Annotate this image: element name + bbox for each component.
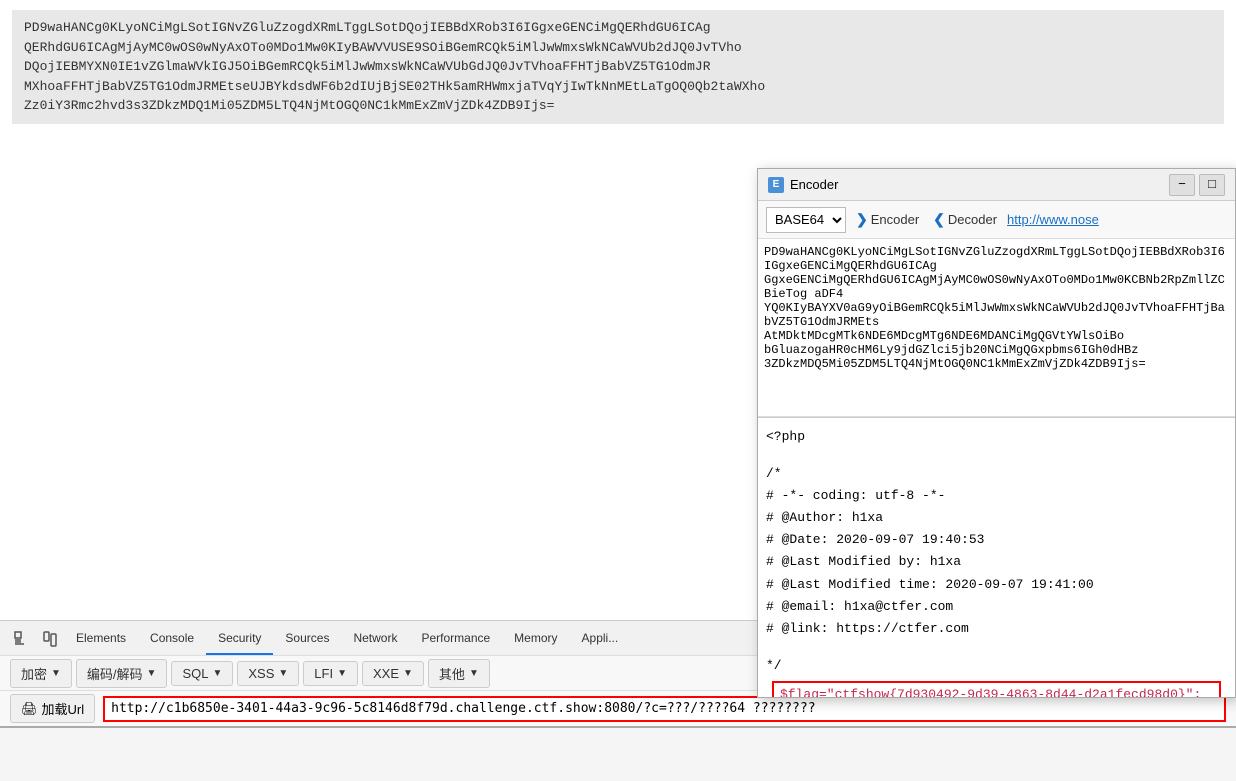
output-email: # @email: h1xa@ctfer.com: [766, 596, 1227, 618]
xxe-arrow-icon: ▼: [403, 668, 413, 679]
qita-button[interactable]: 其他 ▼: [428, 659, 490, 688]
devtools-mobile-icon[interactable]: [36, 625, 64, 653]
qita-arrow-icon: ▼: [469, 668, 479, 679]
lfi-button[interactable]: LFI ▼: [303, 661, 358, 686]
xss-button[interactable]: XSS ▼: [237, 661, 299, 686]
status-bar: [0, 726, 1236, 781]
printer-icon: 🖨: [21, 701, 38, 717]
encoder-input-textarea[interactable]: PD9waHANCg0KLyoNCiMgLSotIGNvZGluZzogdXRm…: [758, 239, 1235, 417]
encoder-type-select[interactable]: BASE64 URL HTML HEX MD5: [766, 207, 846, 233]
jiami-button[interactable]: 加密 ▼: [10, 659, 72, 688]
bianma-arrow-icon: ▼: [147, 668, 157, 679]
flag-output-line: $flag="ctfshow{7d930492-9d39-4863-8d44-d…: [772, 681, 1221, 697]
encoder-external-link[interactable]: http://www.nose: [1007, 212, 1099, 227]
jiami-arrow-icon: ▼: [51, 668, 61, 679]
encoder-encode-button[interactable]: ❯ Encoder: [852, 209, 923, 230]
encoder-toolbar: BASE64 URL HTML HEX MD5 ❯ Encoder ❮ Deco…: [758, 201, 1235, 239]
output-date: # @Date: 2020-09-07 19:40:53: [766, 529, 1227, 551]
encoder-maximize-button[interactable]: □: [1199, 174, 1225, 196]
output-author: # @Author: h1xa: [766, 507, 1227, 529]
encode-label: Encoder: [871, 212, 919, 227]
output-link: # @link: https://ctfer.com: [766, 618, 1227, 640]
url-input-field[interactable]: [103, 696, 1226, 722]
tab-elements[interactable]: Elements: [64, 623, 138, 655]
decode-arrow-icon: ❮: [933, 211, 945, 228]
output-blank2: [766, 640, 1227, 655]
xss-arrow-icon: ▼: [278, 668, 288, 679]
tab-sources[interactable]: Sources: [273, 623, 341, 655]
bianma-label: 编码/解码: [87, 664, 143, 683]
encoder-output-area: <?php /* # -*- coding: utf-8 -*- # @Auth…: [758, 417, 1235, 697]
tab-appli[interactable]: Appli...: [570, 623, 631, 655]
encoder-minimize-button[interactable]: −: [1169, 174, 1195, 196]
jiami-label: 加密: [21, 664, 47, 683]
tab-memory[interactable]: Memory: [502, 623, 569, 655]
output-comment-close: */: [766, 655, 1227, 677]
encoder-icon: E: [768, 177, 784, 193]
lfi-label: LFI: [314, 666, 333, 681]
encoder-title-text: Encoder: [790, 177, 838, 192]
output-coding: # -*- coding: utf-8 -*-: [766, 485, 1227, 507]
tab-performance[interactable]: Performance: [409, 623, 502, 655]
output-blank1: [766, 448, 1227, 463]
xss-label: XSS: [248, 666, 274, 681]
load-url-button[interactable]: 🖨 加载Url: [10, 694, 95, 723]
encoder-titlebar: E Encoder − □: [758, 169, 1235, 201]
base64-display-text: PD9waHANCg0KLyoNCiMgLSotIGNvZGluZzogdXRm…: [12, 10, 1224, 124]
sql-button[interactable]: SQL ▼: [171, 661, 233, 686]
qita-label: 其他: [439, 664, 465, 683]
encode-arrow-icon: ❯: [856, 211, 868, 228]
load-url-label: 加载Url: [42, 699, 85, 718]
encoder-decode-button[interactable]: ❮ Decoder: [929, 209, 1001, 230]
encoder-title-left: E Encoder: [768, 177, 838, 193]
output-last-modified-time: # @Last Modified time: 2020-09-07 19:41:…: [766, 574, 1227, 596]
sql-label: SQL: [182, 666, 208, 681]
decode-label: Decoder: [948, 212, 997, 227]
output-comment-open: /*: [766, 463, 1227, 485]
output-line-php: <?php: [766, 426, 1227, 448]
xxe-label: XXE: [373, 666, 399, 681]
xxe-button[interactable]: XXE ▼: [362, 661, 424, 686]
output-last-modified-by: # @Last Modified by: h1xa: [766, 551, 1227, 573]
lfi-arrow-icon: ▼: [337, 668, 347, 679]
bianma-button[interactable]: 编码/解码 ▼: [76, 659, 168, 688]
encoder-window: E Encoder − □ BASE64 URL HTML HEX MD5 ❯ …: [757, 168, 1236, 698]
tab-console[interactable]: Console: [138, 623, 206, 655]
tab-security[interactable]: Security: [206, 623, 273, 655]
tab-network[interactable]: Network: [341, 623, 409, 655]
sql-arrow-icon: ▼: [212, 668, 222, 679]
encoder-title-buttons: − □: [1169, 174, 1225, 196]
devtools-inspect-icon[interactable]: [8, 625, 36, 653]
